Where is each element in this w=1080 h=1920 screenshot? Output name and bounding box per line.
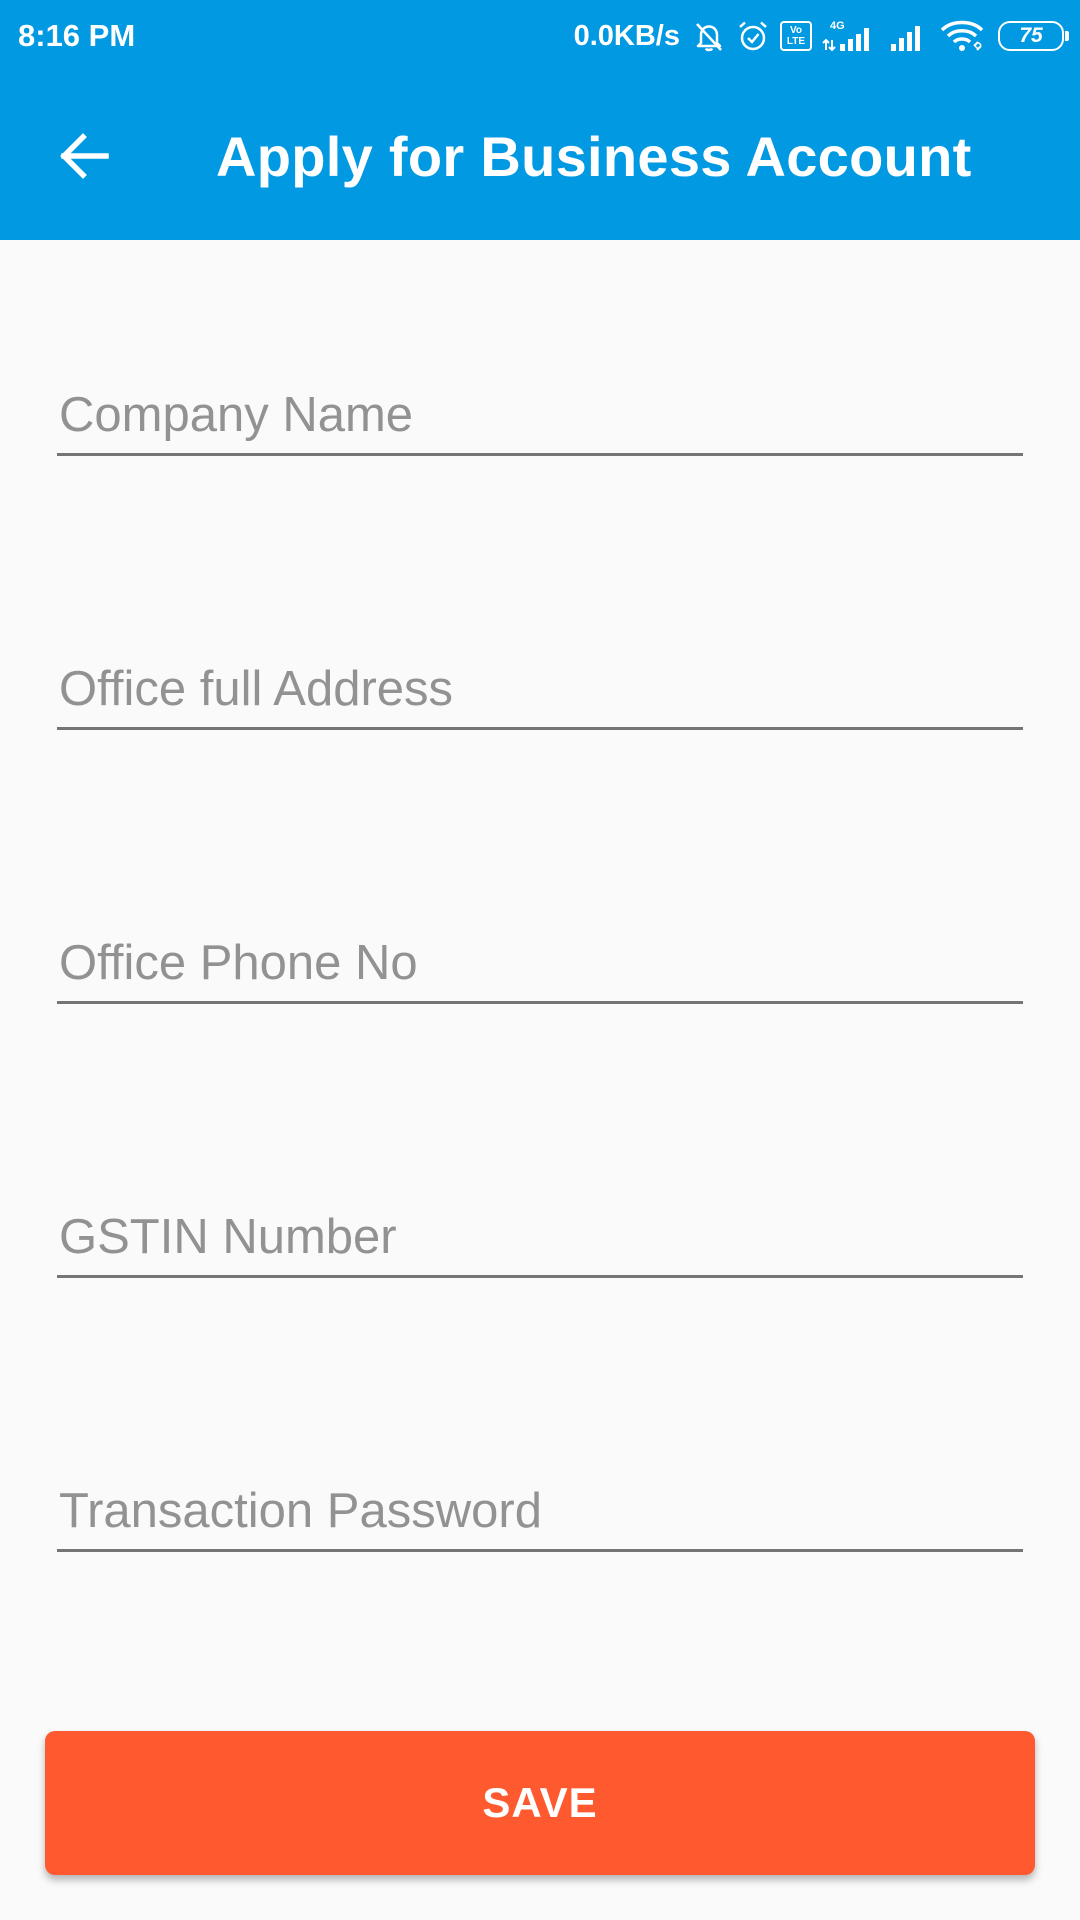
office-address-field bbox=[57, 650, 1023, 730]
volte-label-top: Vo bbox=[789, 25, 803, 36]
save-button[interactable]: SAVE bbox=[45, 1731, 1035, 1875]
office-phone-input[interactable] bbox=[57, 924, 1023, 1001]
battery-level: 75 bbox=[1019, 24, 1043, 47]
company-name-field bbox=[57, 376, 1023, 456]
battery-icon: 75 bbox=[998, 21, 1069, 51]
network-speed: 0.0KB/s bbox=[573, 19, 680, 52]
volte-icon: Vo LTE bbox=[780, 21, 812, 51]
volte-label-bottom: LTE bbox=[786, 36, 806, 47]
app-bar: Apply for Business Account bbox=[0, 72, 1080, 240]
signal-icon bbox=[888, 18, 930, 54]
office-phone-field bbox=[57, 924, 1023, 1004]
signal-4g-icon: 4G bbox=[822, 18, 878, 54]
mute-bell-icon bbox=[692, 19, 726, 53]
gstin-number-field bbox=[57, 1198, 1023, 1278]
back-button[interactable] bbox=[36, 108, 132, 204]
arrow-back-icon bbox=[60, 133, 109, 179]
alarm-icon bbox=[736, 19, 770, 53]
page-title: Apply for Business Account bbox=[216, 125, 972, 188]
transaction-password-field bbox=[57, 1472, 1023, 1552]
wifi-icon bbox=[940, 18, 988, 54]
transaction-password-input[interactable] bbox=[57, 1472, 1023, 1549]
gstin-number-input[interactable] bbox=[57, 1198, 1023, 1275]
company-name-input[interactable] bbox=[57, 376, 1023, 453]
status-icons: 0.0KB/s Vo LTE 4G 75 bbox=[573, 14, 1069, 58]
network-type-label: 4G bbox=[830, 20, 845, 32]
office-address-input[interactable] bbox=[57, 650, 1023, 727]
status-bar: 8:16 PM 0.0KB/s Vo LTE 4G 75 bbox=[0, 0, 1080, 72]
status-time: 8:16 PM bbox=[18, 18, 136, 53]
